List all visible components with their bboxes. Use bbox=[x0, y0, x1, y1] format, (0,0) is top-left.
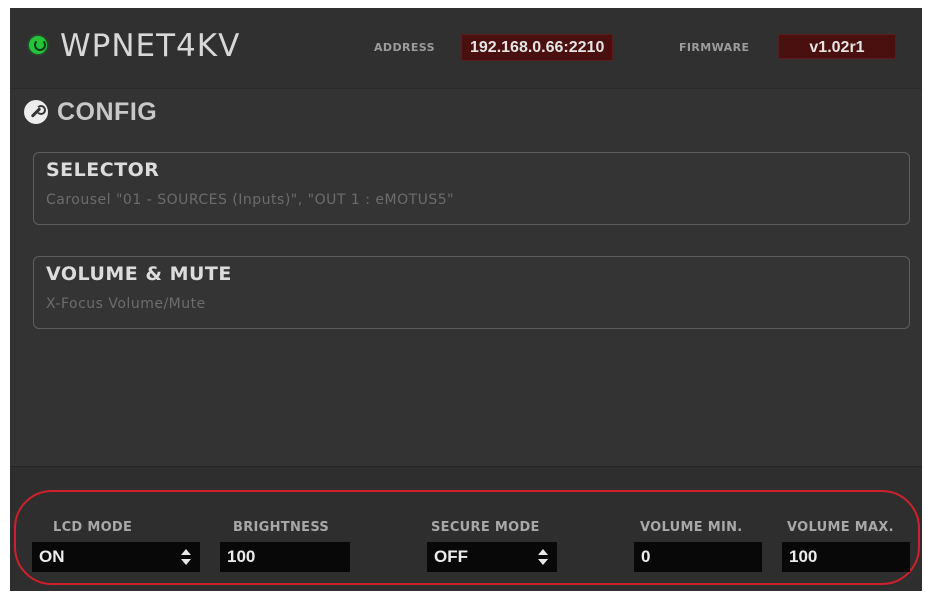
card-subtitle: Carousel "01 - SOURCES (Inputs)", "OUT 1… bbox=[46, 192, 455, 208]
volume-min-input[interactable]: 0 bbox=[634, 542, 762, 572]
device-settings-footer: LCD MODE ON BRIGHTNESS 100 SECURE MODE O… bbox=[10, 466, 922, 591]
device-name: WPNET4KV bbox=[60, 28, 241, 64]
card-subtitle: X-Focus Volume/Mute bbox=[46, 296, 206, 312]
updown-arrows-icon[interactable] bbox=[538, 549, 548, 565]
secure-mode-value: OFF bbox=[434, 547, 468, 566]
brightness-label: BRIGHTNESS bbox=[233, 520, 330, 535]
lcd-mode-value: ON bbox=[39, 547, 65, 566]
brightness-input[interactable]: 100 bbox=[220, 542, 350, 572]
device-header: WPNET4KV ADDRESS 192.168.0.66:2210 FIRMW… bbox=[10, 8, 922, 89]
lcd-mode-select[interactable]: ON bbox=[32, 542, 200, 572]
volume-max-value: 100 bbox=[789, 547, 818, 566]
card-title: SELECTOR bbox=[46, 159, 160, 181]
updown-arrows-icon[interactable] bbox=[181, 549, 191, 565]
firmware-label: FIRMWARE bbox=[679, 41, 750, 54]
volume-max-label: VOLUME MAX. bbox=[787, 520, 894, 535]
firmware-value: v1.02r1 bbox=[778, 34, 896, 59]
config-section-title: CONFIG bbox=[24, 96, 157, 128]
secure-mode-label: SECURE MODE bbox=[431, 520, 540, 535]
device-config-panel: WPNET4KV ADDRESS 192.168.0.66:2210 FIRMW… bbox=[10, 8, 922, 591]
volume-mute-card[interactable]: VOLUME & MUTE X-Focus Volume/Mute bbox=[33, 256, 910, 329]
volume-min-value: 0 bbox=[641, 547, 651, 566]
secure-mode-select[interactable]: OFF bbox=[427, 542, 557, 572]
brightness-value: 100 bbox=[227, 547, 256, 566]
power-icon[interactable] bbox=[29, 36, 47, 54]
volume-max-input[interactable]: 100 bbox=[782, 542, 910, 572]
wrench-icon bbox=[24, 100, 48, 124]
selector-card[interactable]: SELECTOR Carousel "01 - SOURCES (Inputs)… bbox=[33, 152, 910, 225]
volume-min-label: VOLUME MIN. bbox=[640, 520, 743, 535]
address-value: 192.168.0.66:2210 bbox=[461, 34, 614, 61]
lcd-mode-label: LCD MODE bbox=[53, 520, 133, 535]
address-label: ADDRESS bbox=[374, 41, 435, 54]
card-title: VOLUME & MUTE bbox=[46, 263, 232, 285]
config-title: CONFIG bbox=[57, 97, 158, 126]
